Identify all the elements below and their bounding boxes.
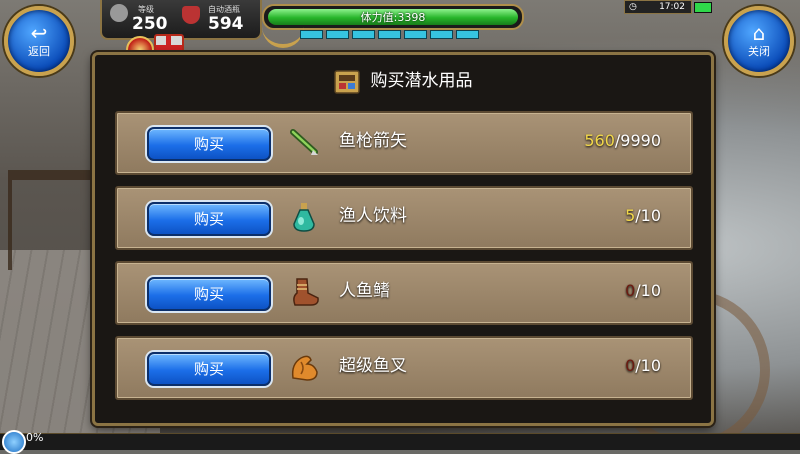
item-count: 5/10 bbox=[625, 188, 661, 244]
item-name: 鱼枪箭矢 bbox=[339, 131, 407, 151]
back-button-label: 返回 bbox=[28, 45, 50, 58]
item-max: /10 bbox=[635, 281, 661, 300]
level-value: 250 bbox=[132, 14, 168, 34]
battery-icon bbox=[694, 2, 712, 13]
energy-segment bbox=[326, 30, 349, 39]
item-max: /10 bbox=[635, 206, 661, 225]
return-arrow-icon: ↩ bbox=[30, 21, 48, 45]
item-max: /10 bbox=[635, 356, 661, 375]
shop-row: 购买 鱼枪箭矢 560/9990 bbox=[115, 111, 693, 175]
home-icon: ⌂ bbox=[752, 21, 766, 45]
buy-button[interactable]: 购买 bbox=[147, 202, 271, 236]
shop-row: 购买 渔人饮料 5/10 bbox=[115, 186, 693, 250]
bottom-bar bbox=[0, 433, 800, 450]
clock-icon: ◷ bbox=[629, 2, 637, 12]
potion-value: 594 bbox=[208, 14, 244, 34]
muscle-arm-icon bbox=[291, 355, 318, 381]
item-count: 560/9990 bbox=[584, 113, 661, 169]
energy-segment bbox=[352, 30, 375, 39]
item-count: 0/10 bbox=[625, 338, 661, 394]
item-current: 0 bbox=[625, 281, 636, 300]
shop-row: 购买 人鱼鳍 0/10 bbox=[115, 261, 693, 325]
item-name: 超级鱼叉 bbox=[339, 356, 407, 376]
energy-segments bbox=[300, 30, 479, 39]
item-current: 560 bbox=[584, 131, 615, 150]
item-count: 0/10 bbox=[625, 263, 661, 319]
panel-header: 购买潜水用品 bbox=[107, 63, 699, 99]
close-button[interactable]: ⌂ 关闭 bbox=[724, 6, 794, 76]
shop-panel: 购买潜水用品 购买 鱼枪箭矢 560/9990 购买 渔人饮料 5/10 购买 bbox=[92, 52, 714, 426]
spear-arrow-icon bbox=[290, 129, 318, 155]
item-current: 0 bbox=[625, 356, 636, 375]
diving-gear-icon bbox=[334, 70, 361, 94]
energy-segment bbox=[300, 30, 323, 39]
energy-segment bbox=[430, 30, 453, 39]
buy-button[interactable]: 购买 bbox=[147, 277, 271, 311]
item-name: 渔人饮料 bbox=[339, 206, 407, 226]
energy-segment bbox=[404, 30, 427, 39]
close-button-label: 关闭 bbox=[748, 45, 770, 58]
buy-button[interactable]: 购买 bbox=[147, 127, 271, 161]
potion-flask-icon bbox=[182, 6, 200, 24]
progress-icon bbox=[2, 430, 26, 454]
progress-text: 0% bbox=[26, 431, 44, 444]
item-name: 人鱼鳍 bbox=[339, 281, 390, 301]
clock-time: 17:02 bbox=[659, 2, 685, 12]
item-current: 5 bbox=[625, 206, 636, 225]
flipper-boot-icon bbox=[293, 278, 319, 306]
energy-segment bbox=[378, 30, 401, 39]
shop-row: 购买 超级鱼叉 0/10 bbox=[115, 336, 693, 400]
panel-title: 购买潜水用品 bbox=[370, 71, 473, 91]
stamina-text: 体力值:3398 bbox=[360, 11, 426, 24]
item-max: /9990 bbox=[614, 131, 661, 150]
potion-bottle-icon bbox=[293, 203, 315, 232]
energy-segment bbox=[456, 30, 479, 39]
level-icon bbox=[110, 4, 128, 22]
back-button[interactable]: ↩ 返回 bbox=[4, 6, 74, 76]
clock: ◷ 17:02 bbox=[624, 0, 692, 14]
buy-button[interactable]: 购买 bbox=[147, 352, 271, 386]
